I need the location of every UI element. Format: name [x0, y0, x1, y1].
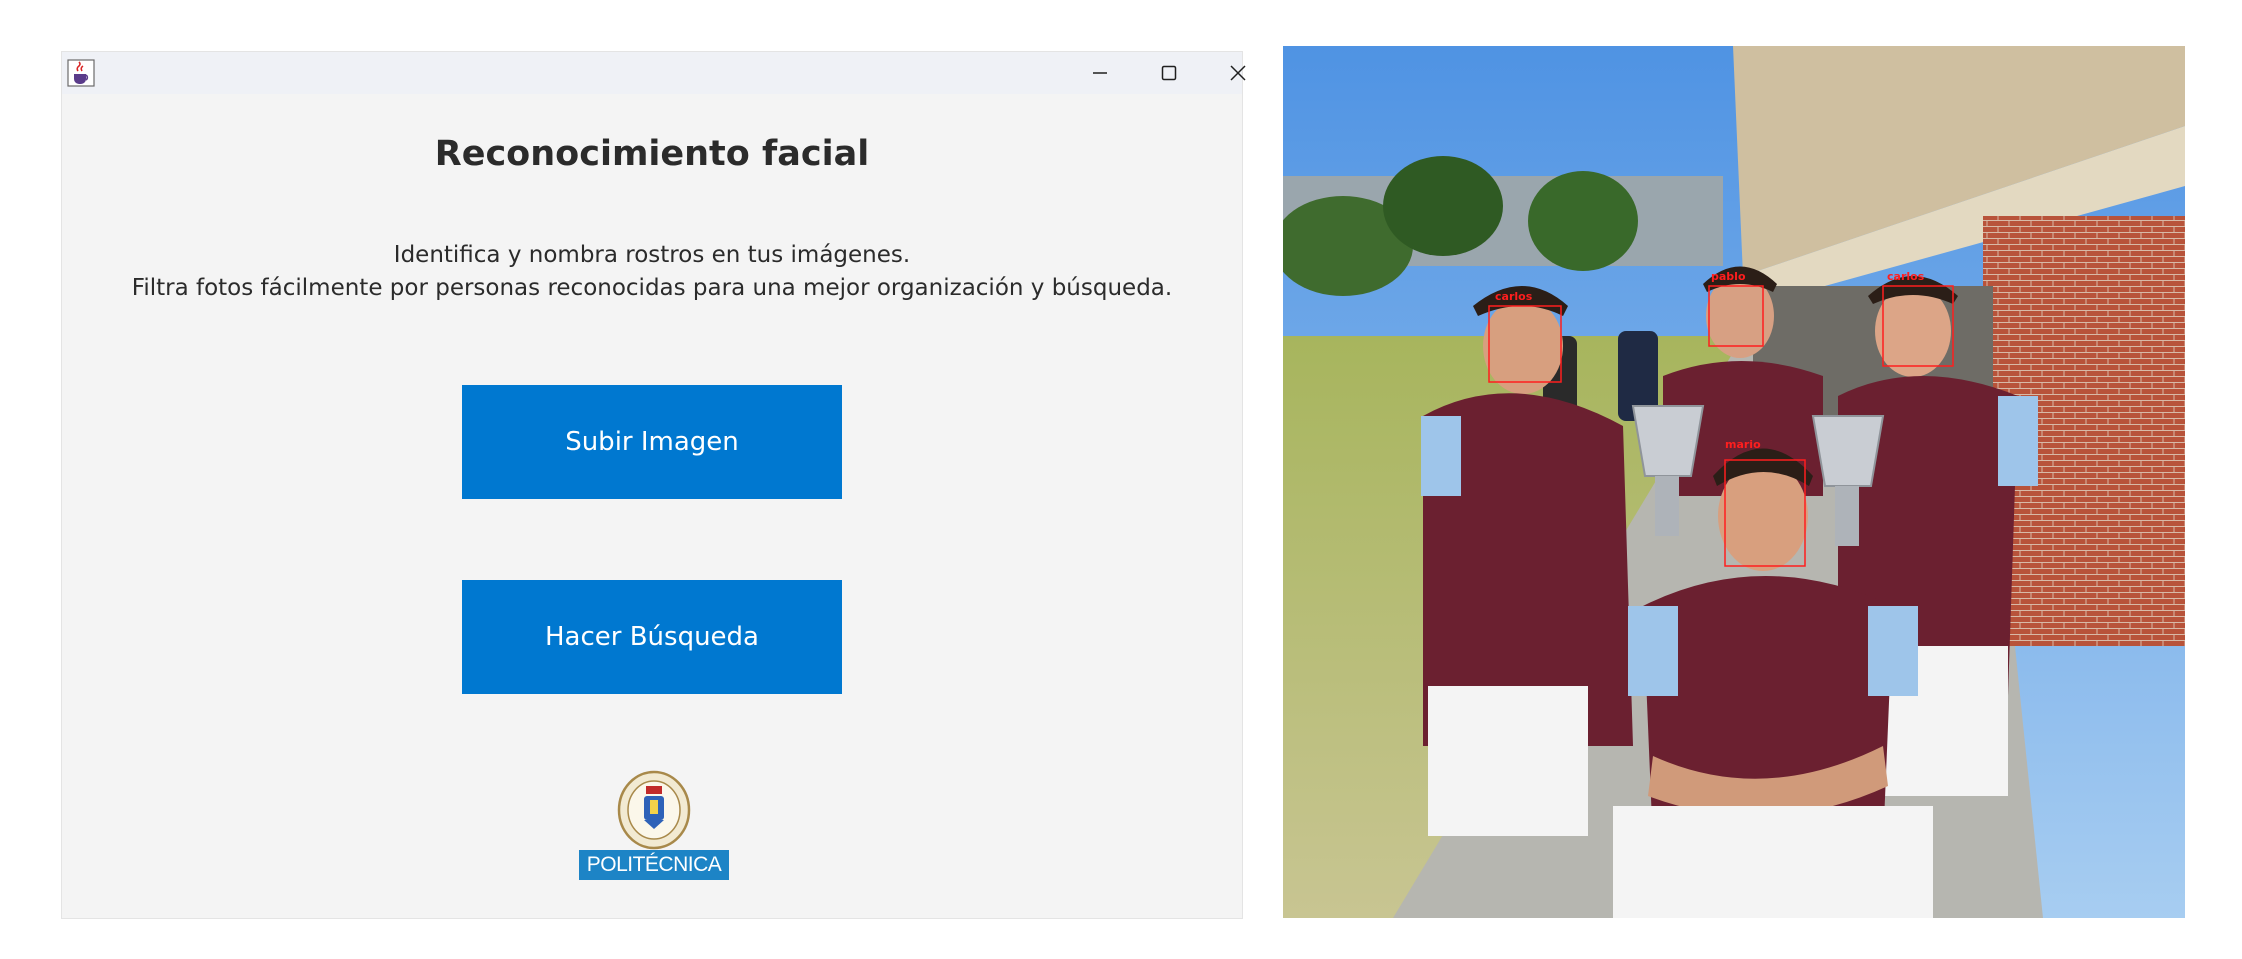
title-bar[interactable] — [62, 52, 1246, 94]
minimize-icon — [1093, 72, 1107, 74]
svg-text:carlos: carlos — [1495, 290, 1533, 303]
minimize-button[interactable] — [1066, 52, 1134, 94]
university-seal-icon — [617, 770, 691, 850]
close-icon — [1230, 65, 1246, 81]
svg-text:carlos: carlos — [1887, 270, 1925, 283]
app-window: Reconocimiento facial Identifica y nombr… — [62, 52, 1246, 918]
java-cup-icon — [67, 59, 95, 87]
maximize-button[interactable] — [1135, 52, 1203, 94]
page-title: Reconocimiento facial — [434, 134, 870, 174]
svg-text:mario: mario — [1725, 438, 1761, 451]
search-button[interactable]: Hacer Búsqueda — [462, 580, 842, 694]
university-logo: POLITÉCNICA — [579, 770, 729, 892]
logo-text: POLITÉCNICA — [579, 850, 729, 880]
result-photo: carlos pablo carlos mario — [1283, 46, 2185, 918]
upload-image-button[interactable]: Subir Imagen — [462, 385, 842, 499]
svg-text:pablo: pablo — [1711, 270, 1746, 283]
description-line-1: Identifica y nombra rostros en tus imáge… — [393, 242, 911, 268]
description-line-2: Filtra fotos fácilmente por personas rec… — [131, 275, 1173, 301]
close-button[interactable] — [1204, 52, 1272, 94]
maximize-icon — [1161, 65, 1177, 81]
photo-illustration: carlos pablo carlos mario — [1283, 46, 2185, 918]
